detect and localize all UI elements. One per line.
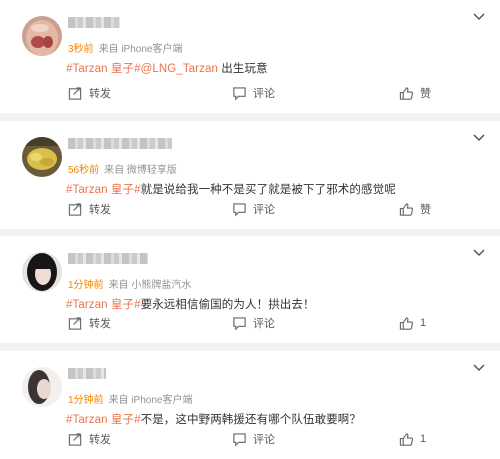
comment-meta: 3秒前 来自 iPhone客户端 [68,40,182,55]
comment-text: #Tarzan 皇子#就是说给我一种不是买了就是被下了邪术的感觉呢 [66,181,396,197]
like-count: 1 [420,433,427,445]
action-bar: 转发 评论 赞 [0,83,500,103]
action-bar: 转发 评论 1 [0,429,500,449]
comment-time[interactable]: 56秒前 [68,165,99,176]
chevron-down-icon[interactable] [472,248,486,258]
comment-source: 来自 iPhone客户端 [98,44,183,55]
comment-icon [233,432,246,446]
comment-label: 评论 [253,434,275,446]
thumbs-up-icon [399,432,413,446]
username-blurred[interactable] [68,138,172,149]
comment-body: 出生玩意 [217,63,268,75]
comment-icon [233,316,246,330]
forward-button[interactable]: 转发 [68,313,111,333]
comment-time[interactable]: 1分钟前 [68,280,104,291]
comment-button[interactable]: 评论 [232,199,275,219]
mention-link[interactable]: @LNG_Tarzan [141,63,218,75]
avatar[interactable] [22,367,62,407]
avatar[interactable] [22,252,62,292]
username-blurred[interactable] [68,368,106,379]
like-button[interactable]: 1 [399,313,426,333]
forward-button[interactable]: 转发 [68,199,111,219]
forward-label: 转发 [89,88,111,100]
comment-source: 来自 iPhone客户端 [108,395,193,406]
comment-icon [233,202,246,216]
forward-button[interactable]: 转发 [68,83,111,103]
comment-meta: 56秒前 来自 微博轻享版 [68,161,177,176]
hashtag-link[interactable]: #Tarzan 皇子# [66,299,141,311]
avatar[interactable] [22,16,62,56]
comment-label: 评论 [253,204,275,216]
forward-button[interactable]: 转发 [68,429,111,449]
chevron-down-icon[interactable] [472,12,486,22]
chevron-down-icon[interactable] [472,363,486,373]
comment-meta: 1分钟前 来自 小熊牌盐汽水 [68,276,191,291]
forward-label: 转发 [89,204,111,216]
comment-card: 3秒前 来自 iPhone客户端 #Tarzan 皇子#@LNG_Tarzan 出… [0,0,500,113]
chevron-down-icon[interactable] [472,133,486,143]
comment-text: #Tarzan 皇子#不是，这中野两韩援还有哪个队伍敢要啊？ [66,411,361,427]
hashtag-link[interactable]: #Tarzan 皇子# [66,184,141,196]
comment-body: 要永远相信偷国的为人！拱出去！ [140,299,315,311]
like-button[interactable]: 赞 [399,199,431,219]
share-icon [68,316,82,330]
like-count: 1 [420,317,427,329]
comment-card: 56秒前 来自 微博轻享版 #Tarzan 皇子#就是说给我一种不是买了就是被下了… [0,121,500,229]
comment-time[interactable]: 3秒前 [68,44,94,55]
comment-button[interactable]: 评论 [232,83,275,103]
comment-body: 就是说给我一种不是买了就是被下了邪术的感觉呢 [140,184,396,196]
comment-label: 评论 [253,318,275,330]
comment-meta: 1分钟前 来自 iPhone客户端 [68,391,192,406]
username-blurred[interactable] [68,253,148,264]
comment-source: 来自 小熊牌盐汽水 [108,280,192,291]
comment-label: 评论 [253,88,275,100]
comment-card: 1分钟前 来自 iPhone客户端 #Tarzan 皇子#不是，这中野两韩援还有哪… [0,351,500,459]
action-bar: 转发 评论 1 [0,313,500,333]
comment-text: #Tarzan 皇子#@LNG_Tarzan 出生玩意 [66,60,268,76]
forward-label: 转发 [89,318,111,330]
comment-icon [233,86,246,100]
share-icon [68,432,82,446]
comment-card: 1分钟前 来自 小熊牌盐汽水 #Tarzan 皇子#要永远相信偷国的为人！拱出去！… [0,236,500,343]
forward-label: 转发 [89,434,111,446]
avatar[interactable] [22,137,62,177]
like-button[interactable]: 赞 [399,83,431,103]
share-icon [68,86,82,100]
comment-button[interactable]: 评论 [232,429,275,449]
like-count: 赞 [420,88,431,100]
comment-time[interactable]: 1分钟前 [68,395,104,406]
thumbs-up-icon [399,202,413,216]
thumbs-up-icon [399,316,413,330]
comment-text: #Tarzan 皇子#要永远相信偷国的为人！拱出去！ [66,296,315,312]
share-icon [68,202,82,216]
thumbs-up-icon [399,86,413,100]
hashtag-link[interactable]: #Tarzan 皇子# [66,414,141,426]
comment-source: 来自 微博轻享版 [104,165,177,176]
action-bar: 转发 评论 赞 [0,199,500,219]
like-button[interactable]: 1 [399,429,426,449]
like-count: 赞 [420,204,431,216]
username-blurred[interactable] [68,17,120,28]
comment-button[interactable]: 评论 [232,313,275,333]
comment-body: 不是，这中野两韩援还有哪个队伍敢要啊？ [140,414,362,426]
hashtag-link[interactable]: #Tarzan 皇子# [66,63,141,75]
